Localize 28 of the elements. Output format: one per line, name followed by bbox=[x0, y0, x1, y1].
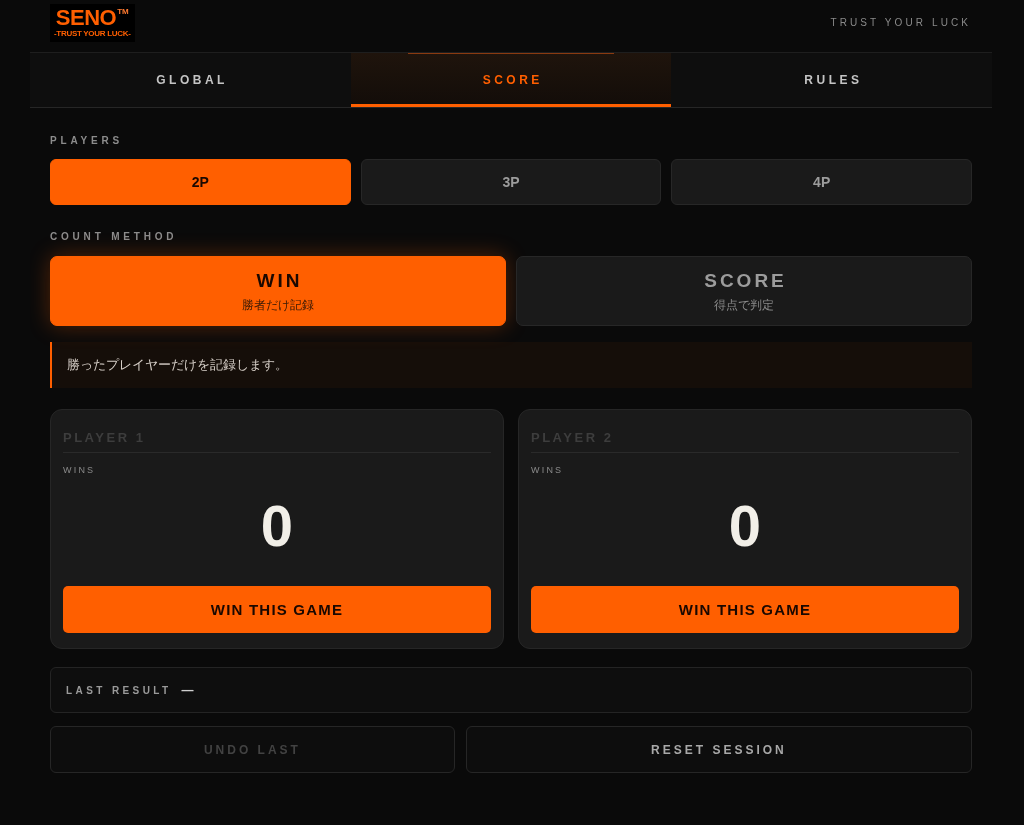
player-count-option[interactable]: 4P bbox=[671, 159, 972, 205]
player-count-option[interactable]: 3P bbox=[360, 159, 662, 205]
info-text: 勝ったプレイヤーだけを記録します。 bbox=[67, 356, 288, 374]
win-game-button[interactable]: WIN THIS GAME bbox=[63, 586, 491, 633]
action-button[interactable]: RESET SESSION bbox=[465, 726, 972, 773]
logo-tagline: -TRUST YOUR LUCK- bbox=[54, 28, 131, 39]
tagline: TRUST YOUR LUCK bbox=[830, 17, 972, 28]
section-label: COUNT METHOD bbox=[50, 231, 179, 243]
logo-wordmark: SENO bbox=[55, 5, 117, 29]
tab[interactable]: RULES bbox=[671, 53, 992, 107]
tab[interactable]: GLOBAL bbox=[30, 53, 351, 107]
trademark-mark: TM bbox=[117, 6, 129, 16]
method-title: WIN bbox=[256, 269, 303, 292]
player-count-option[interactable]: 2P bbox=[50, 159, 351, 205]
last-result-value: — bbox=[181, 683, 194, 697]
count-method-option[interactable]: WIN 勝者だけ記録 bbox=[50, 256, 506, 326]
method-subtitle: 勝者だけ記録 bbox=[242, 296, 314, 313]
method-subtitle: 得点で判定 bbox=[714, 296, 774, 313]
win-game-button[interactable]: WIN THIS GAME bbox=[531, 586, 959, 633]
count-method-option[interactable]: SCORE 得点で判定 bbox=[516, 256, 972, 326]
wins-count: 0 bbox=[259, 492, 295, 560]
tab[interactable]: SCORE bbox=[350, 53, 672, 107]
method-title: SCORE bbox=[704, 269, 787, 292]
stat-label: WINS bbox=[63, 464, 97, 476]
stat-label: WINS bbox=[531, 464, 565, 476]
last-result-label: LAST RESULT bbox=[66, 684, 172, 696]
wins-count: 0 bbox=[727, 492, 763, 560]
section-label: PLAYERS bbox=[50, 135, 124, 147]
